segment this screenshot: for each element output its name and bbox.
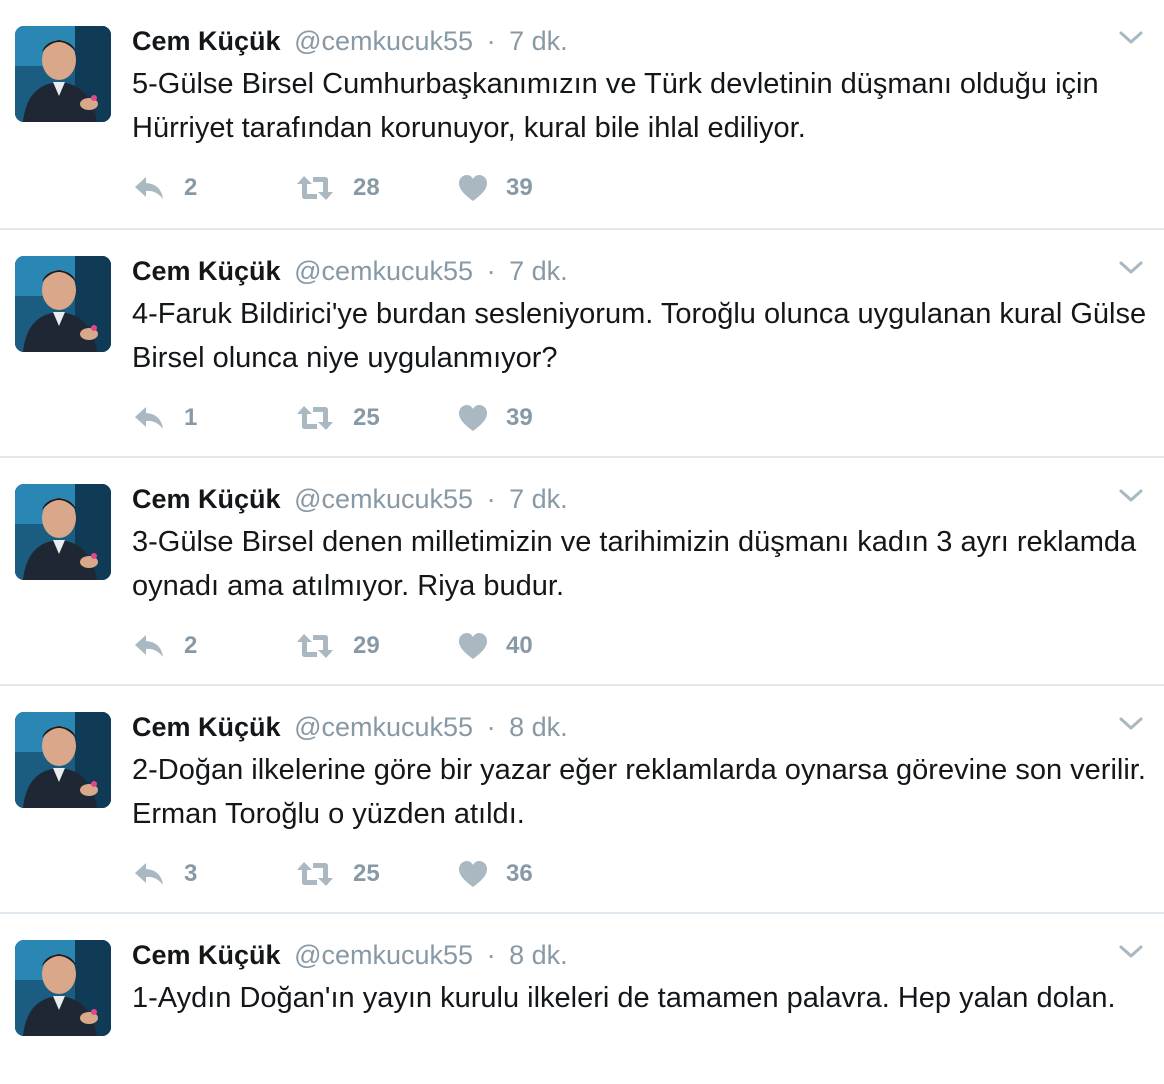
tweet-header: Cem Küçük @cemkucuk55 · 8 dk. <box>132 710 568 744</box>
header-separator: · <box>486 484 496 514</box>
reply-button[interactable]: 1 <box>132 404 295 432</box>
chevron-down-icon[interactable] <box>1118 486 1144 506</box>
avatar[interactable] <box>15 484 111 580</box>
tweet-timestamp[interactable]: 7 dk. <box>509 26 568 56</box>
reply-icon <box>132 860 166 888</box>
tweet-header: Cem Küçük @cemkucuk55 · 7 dk. <box>132 482 568 516</box>
chevron-down-icon[interactable] <box>1118 942 1144 962</box>
tweet-timestamp[interactable]: 7 dk. <box>509 484 568 514</box>
author-username[interactable]: @cemkucuk55 <box>294 712 473 742</box>
reply-icon <box>132 632 166 660</box>
like-button[interactable]: 36 <box>458 860 621 888</box>
reply-button[interactable]: 3 <box>132 860 295 888</box>
chevron-down-icon[interactable] <box>1118 258 1144 278</box>
reply-count: 3 <box>184 860 198 887</box>
chevron-down-icon[interactable] <box>1118 28 1144 48</box>
author-username[interactable]: @cemkucuk55 <box>294 484 473 514</box>
tweet-text: 4-Faruk Bildirici'ye burdan sesleniyorum… <box>132 298 1147 374</box>
like-button[interactable]: 40 <box>458 632 621 660</box>
retweet-icon <box>295 632 335 660</box>
author-fullname[interactable]: Cem Küçük <box>132 940 281 970</box>
like-count: 36 <box>506 860 533 887</box>
author-fullname[interactable]: Cem Küçük <box>132 712 281 742</box>
reply-icon <box>132 174 166 202</box>
author-fullname[interactable]: Cem Küçük <box>132 26 281 56</box>
tweet-timestamp[interactable]: 8 dk. <box>509 712 568 742</box>
author-username[interactable]: @cemkucuk55 <box>294 940 473 970</box>
retweet-count: 25 <box>353 860 380 887</box>
reply-button[interactable]: 2 <box>132 174 295 202</box>
tweet-header: Cem Küçük @cemkucuk55 · 7 dk. <box>132 254 568 288</box>
author-fullname[interactable]: Cem Küçük <box>132 484 281 514</box>
tweet-text: 5-Gülse Birsel Cumhurbaşkanımızın ve Tür… <box>132 68 1099 144</box>
tweet[interactable]: Cem Küçük @cemkucuk55 · 7 dk. 4-Faruk Bi… <box>0 230 1164 458</box>
tweet-text: 3-Gülse Birsel denen milletimizin ve tar… <box>132 526 1137 602</box>
retweet-button[interactable]: 28 <box>295 174 458 202</box>
retweet-count: 29 <box>353 632 380 659</box>
reply-icon <box>132 404 166 432</box>
reply-count: 2 <box>184 174 198 201</box>
retweet-button[interactable]: 29 <box>295 632 458 660</box>
author-fullname[interactable]: Cem Küçük <box>132 256 281 286</box>
avatar[interactable] <box>15 712 111 808</box>
author-username[interactable]: @cemkucuk55 <box>294 256 473 286</box>
heart-icon <box>458 860 488 888</box>
tweet-header: Cem Küçük @cemkucuk55 · 8 dk. <box>132 938 568 972</box>
tweet-timestamp[interactable]: 7 dk. <box>509 256 568 286</box>
retweet-button[interactable]: 25 <box>295 404 458 432</box>
avatar[interactable] <box>15 940 111 1036</box>
tweet[interactable]: Cem Küçük @cemkucuk55 · 8 dk. 2-Doğan il… <box>0 686 1164 914</box>
heart-icon <box>458 174 488 202</box>
heart-icon <box>458 632 488 660</box>
retweet-button[interactable]: 25 <box>295 860 458 888</box>
retweet-icon <box>295 860 335 888</box>
reply-count: 2 <box>184 632 198 659</box>
heart-icon <box>458 404 488 432</box>
tweet-timestamp[interactable]: 8 dk. <box>509 940 568 970</box>
retweet-icon <box>295 174 335 202</box>
tweet-actions: 2 29 40 <box>132 628 621 664</box>
tweet[interactable]: Cem Küçük @cemkucuk55 · 7 dk. 3-Gülse Bi… <box>0 458 1164 686</box>
reply-button[interactable]: 2 <box>132 632 295 660</box>
tweet[interactable]: Cem Küçük @cemkucuk55 · 7 dk. 5-Gülse Bi… <box>0 0 1164 230</box>
avatar[interactable] <box>15 26 111 122</box>
tweet[interactable]: Cem Küçük @cemkucuk55 · 8 dk. 1-Aydın Do… <box>0 914 1164 1084</box>
retweet-count: 25 <box>353 404 380 431</box>
header-separator: · <box>486 940 496 970</box>
like-count: 39 <box>506 174 533 201</box>
tweet-actions: 3 25 36 <box>132 856 621 892</box>
like-button[interactable]: 39 <box>458 174 621 202</box>
tweet-timeline: Cem Küçük @cemkucuk55 · 7 dk. 5-Gülse Bi… <box>0 0 1164 1084</box>
reply-count: 1 <box>184 404 198 431</box>
tweet-actions: 1 25 39 <box>132 400 621 436</box>
chevron-down-icon[interactable] <box>1118 714 1144 734</box>
tweet-header: Cem Küçük @cemkucuk55 · 7 dk. <box>132 24 568 58</box>
header-separator: · <box>486 712 496 742</box>
like-count: 40 <box>506 632 533 659</box>
header-separator: · <box>486 26 496 56</box>
like-button[interactable]: 39 <box>458 404 621 432</box>
tweet-text: 1-Aydın Doğan'ın yayın kurulu ilkeleri d… <box>132 982 1116 1014</box>
like-count: 39 <box>506 404 533 431</box>
header-separator: · <box>486 256 496 286</box>
tweet-text: 2-Doğan ilkelerine göre bir yazar eğer r… <box>132 754 1146 830</box>
retweet-icon <box>295 404 335 432</box>
tweet-actions: 2 28 39 <box>132 170 621 206</box>
avatar[interactable] <box>15 256 111 352</box>
retweet-count: 28 <box>353 174 380 201</box>
author-username[interactable]: @cemkucuk55 <box>294 26 473 56</box>
